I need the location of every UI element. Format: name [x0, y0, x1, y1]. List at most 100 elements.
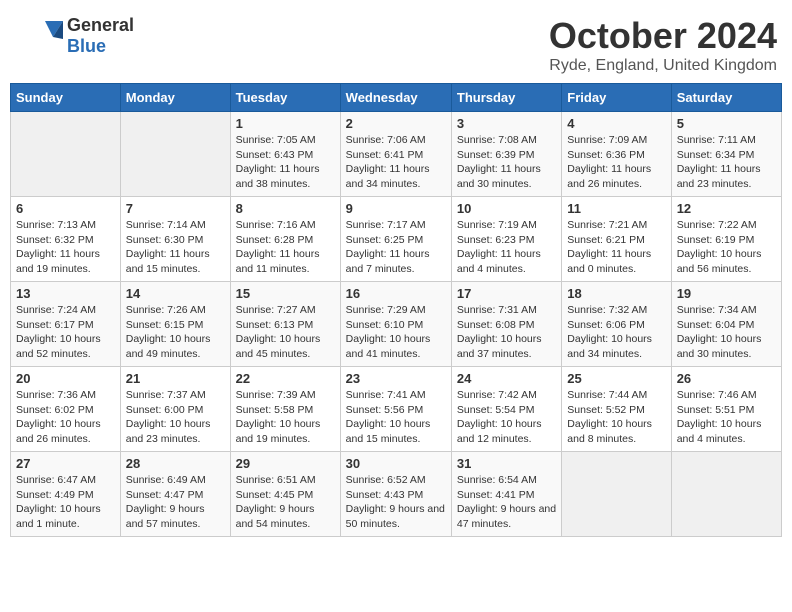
day-info: Sunrise: 7:27 AM Sunset: 6:13 PM Dayligh…: [236, 303, 335, 362]
logo: General Blue: [15, 15, 134, 57]
table-row: [11, 112, 121, 197]
day-info: Sunrise: 7:44 AM Sunset: 5:52 PM Dayligh…: [567, 388, 665, 447]
col-friday: Friday: [562, 84, 671, 112]
col-monday: Monday: [120, 84, 230, 112]
table-row: [120, 112, 230, 197]
calendar-week-row: 20Sunrise: 7:36 AM Sunset: 6:02 PM Dayli…: [11, 367, 782, 452]
day-number: 26: [677, 371, 776, 386]
calendar-week-row: 1 Sunrise: 7:05 AM Sunset: 6:43 PM Daylig…: [11, 112, 782, 197]
table-row: 3 Sunrise: 7:08 AM Sunset: 6:39 PM Daylig…: [451, 112, 561, 197]
day-number: 29: [236, 456, 335, 471]
table-row: 25Sunrise: 7:44 AM Sunset: 5:52 PM Dayli…: [562, 367, 671, 452]
table-row: 21 Sunrise: 7:37 AM Sunset: 6:00 PM Dayli…: [120, 367, 230, 452]
col-thursday: Thursday: [451, 84, 561, 112]
table-row: 12Sunrise: 7:22 AM Sunset: 6:19 PM Dayli…: [671, 197, 781, 282]
day-number: 13: [16, 286, 115, 301]
calendar-table: Sunday Monday Tuesday Wednesday Thursday…: [10, 83, 782, 537]
logo-blue-text: Blue: [67, 36, 106, 56]
day-info: Sunrise: 7:42 AM Sunset: 5:54 PM Dayligh…: [457, 388, 556, 447]
page-header: General Blue October 2024 Ryde, England,…: [10, 10, 782, 75]
day-number: 18: [567, 286, 665, 301]
table-row: 31 Sunrise: 6:54 AM Sunset: 4:41 PM Dayli…: [451, 452, 561, 537]
col-sunday: Sunday: [11, 84, 121, 112]
day-number: 6: [16, 201, 115, 216]
day-number: 21: [126, 371, 225, 386]
day-number: 5: [677, 116, 776, 131]
day-info: Sunrise: 7:31 AM Sunset: 6:08 PM Dayligh…: [457, 303, 556, 362]
day-number: 8: [236, 201, 335, 216]
day-info: Sunrise: 6:52 AM Sunset: 4:43 PM Dayligh…: [346, 473, 446, 532]
table-row: 4 Sunrise: 7:09 AM Sunset: 6:36 PM Daylig…: [562, 112, 671, 197]
day-info: Sunrise: 7:37 AM Sunset: 6:00 PM Dayligh…: [126, 388, 225, 447]
calendar-week-row: 27 Sunrise: 6:47 AM Sunset: 4:49 PM Dayli…: [11, 452, 782, 537]
col-tuesday: Tuesday: [230, 84, 340, 112]
table-row: 18Sunrise: 7:32 AM Sunset: 6:06 PM Dayli…: [562, 282, 671, 367]
day-number: 9: [346, 201, 446, 216]
table-row: 29Sunrise: 6:51 AM Sunset: 4:45 PM Dayli…: [230, 452, 340, 537]
day-number: 27: [16, 456, 115, 471]
table-row: 5Sunrise: 7:11 AM Sunset: 6:34 PM Daylig…: [671, 112, 781, 197]
logo-general-text: General: [67, 15, 134, 35]
day-info: Sunrise: 7:09 AM Sunset: 6:36 PM Dayligh…: [567, 133, 665, 192]
day-info: Sunrise: 6:54 AM Sunset: 4:41 PM Dayligh…: [457, 473, 556, 532]
logo-icon: [15, 17, 63, 55]
day-number: 4: [567, 116, 665, 131]
day-info: Sunrise: 7:22 AM Sunset: 6:19 PM Dayligh…: [677, 218, 776, 277]
table-row: 17 Sunrise: 7:31 AM Sunset: 6:08 PM Dayli…: [451, 282, 561, 367]
table-row: 16 Sunrise: 7:29 AM Sunset: 6:10 PM Dayli…: [340, 282, 451, 367]
day-info: Sunrise: 7:19 AM Sunset: 6:23 PM Dayligh…: [457, 218, 556, 277]
col-saturday: Saturday: [671, 84, 781, 112]
day-info: Sunrise: 7:16 AM Sunset: 6:28 PM Dayligh…: [236, 218, 335, 277]
day-number: 24: [457, 371, 556, 386]
day-number: 23: [346, 371, 446, 386]
table-row: [671, 452, 781, 537]
table-row: 26 Sunrise: 7:46 AM Sunset: 5:51 PM Dayli…: [671, 367, 781, 452]
day-info: Sunrise: 6:47 AM Sunset: 4:49 PM Dayligh…: [16, 473, 115, 532]
table-row: 6 Sunrise: 7:13 AM Sunset: 6:32 PM Daylig…: [11, 197, 121, 282]
day-number: 10: [457, 201, 556, 216]
table-row: 2Sunrise: 7:06 AM Sunset: 6:41 PM Daylig…: [340, 112, 451, 197]
table-row: 1 Sunrise: 7:05 AM Sunset: 6:43 PM Daylig…: [230, 112, 340, 197]
day-info: Sunrise: 7:21 AM Sunset: 6:21 PM Dayligh…: [567, 218, 665, 277]
day-info: Sunrise: 7:13 AM Sunset: 6:32 PM Dayligh…: [16, 218, 115, 277]
day-number: 17: [457, 286, 556, 301]
day-info: Sunrise: 7:06 AM Sunset: 6:41 PM Dayligh…: [346, 133, 446, 192]
day-info: Sunrise: 7:08 AM Sunset: 6:39 PM Dayligh…: [457, 133, 556, 192]
day-number: 31: [457, 456, 556, 471]
table-row: 30 Sunrise: 6:52 AM Sunset: 4:43 PM Dayli…: [340, 452, 451, 537]
day-number: 3: [457, 116, 556, 131]
day-info: Sunrise: 7:26 AM Sunset: 6:15 PM Dayligh…: [126, 303, 225, 362]
month-title: October 2024: [549, 15, 777, 57]
day-info: Sunrise: 6:49 AM Sunset: 4:47 PM Dayligh…: [126, 473, 225, 532]
table-row: 11 Sunrise: 7:21 AM Sunset: 6:21 PM Dayli…: [562, 197, 671, 282]
table-row: 13Sunrise: 7:24 AM Sunset: 6:17 PM Dayli…: [11, 282, 121, 367]
day-info: Sunrise: 7:29 AM Sunset: 6:10 PM Dayligh…: [346, 303, 446, 362]
day-number: 11: [567, 201, 665, 216]
table-row: 9 Sunrise: 7:17 AM Sunset: 6:25 PM Daylig…: [340, 197, 451, 282]
day-number: 7: [126, 201, 225, 216]
table-row: 28Sunrise: 6:49 AM Sunset: 4:47 PM Dayli…: [120, 452, 230, 537]
calendar-week-row: 6 Sunrise: 7:13 AM Sunset: 6:32 PM Daylig…: [11, 197, 782, 282]
table-row: 24 Sunrise: 7:42 AM Sunset: 5:54 PM Dayli…: [451, 367, 561, 452]
day-info: Sunrise: 7:36 AM Sunset: 6:02 PM Dayligh…: [16, 388, 115, 447]
table-row: 10 Sunrise: 7:19 AM Sunset: 6:23 PM Dayli…: [451, 197, 561, 282]
calendar-header-row: Sunday Monday Tuesday Wednesday Thursday…: [11, 84, 782, 112]
table-row: 8 Sunrise: 7:16 AM Sunset: 6:28 PM Daylig…: [230, 197, 340, 282]
day-number: 19: [677, 286, 776, 301]
day-info: Sunrise: 7:39 AM Sunset: 5:58 PM Dayligh…: [236, 388, 335, 447]
table-row: 20Sunrise: 7:36 AM Sunset: 6:02 PM Dayli…: [11, 367, 121, 452]
title-section: October 2024 Ryde, England, United Kingd…: [549, 15, 777, 75]
day-info: Sunrise: 7:17 AM Sunset: 6:25 PM Dayligh…: [346, 218, 446, 277]
day-number: 16: [346, 286, 446, 301]
day-number: 22: [236, 371, 335, 386]
table-row: 15 Sunrise: 7:27 AM Sunset: 6:13 PM Dayli…: [230, 282, 340, 367]
table-row: 14Sunrise: 7:26 AM Sunset: 6:15 PM Dayli…: [120, 282, 230, 367]
table-row: 7 Sunrise: 7:14 AM Sunset: 6:30 PM Daylig…: [120, 197, 230, 282]
day-info: Sunrise: 7:46 AM Sunset: 5:51 PM Dayligh…: [677, 388, 776, 447]
day-info: Sunrise: 7:41 AM Sunset: 5:56 PM Dayligh…: [346, 388, 446, 447]
day-info: Sunrise: 7:14 AM Sunset: 6:30 PM Dayligh…: [126, 218, 225, 277]
day-number: 30: [346, 456, 446, 471]
day-number: 1: [236, 116, 335, 131]
day-number: 15: [236, 286, 335, 301]
day-info: Sunrise: 7:05 AM Sunset: 6:43 PM Dayligh…: [236, 133, 335, 192]
